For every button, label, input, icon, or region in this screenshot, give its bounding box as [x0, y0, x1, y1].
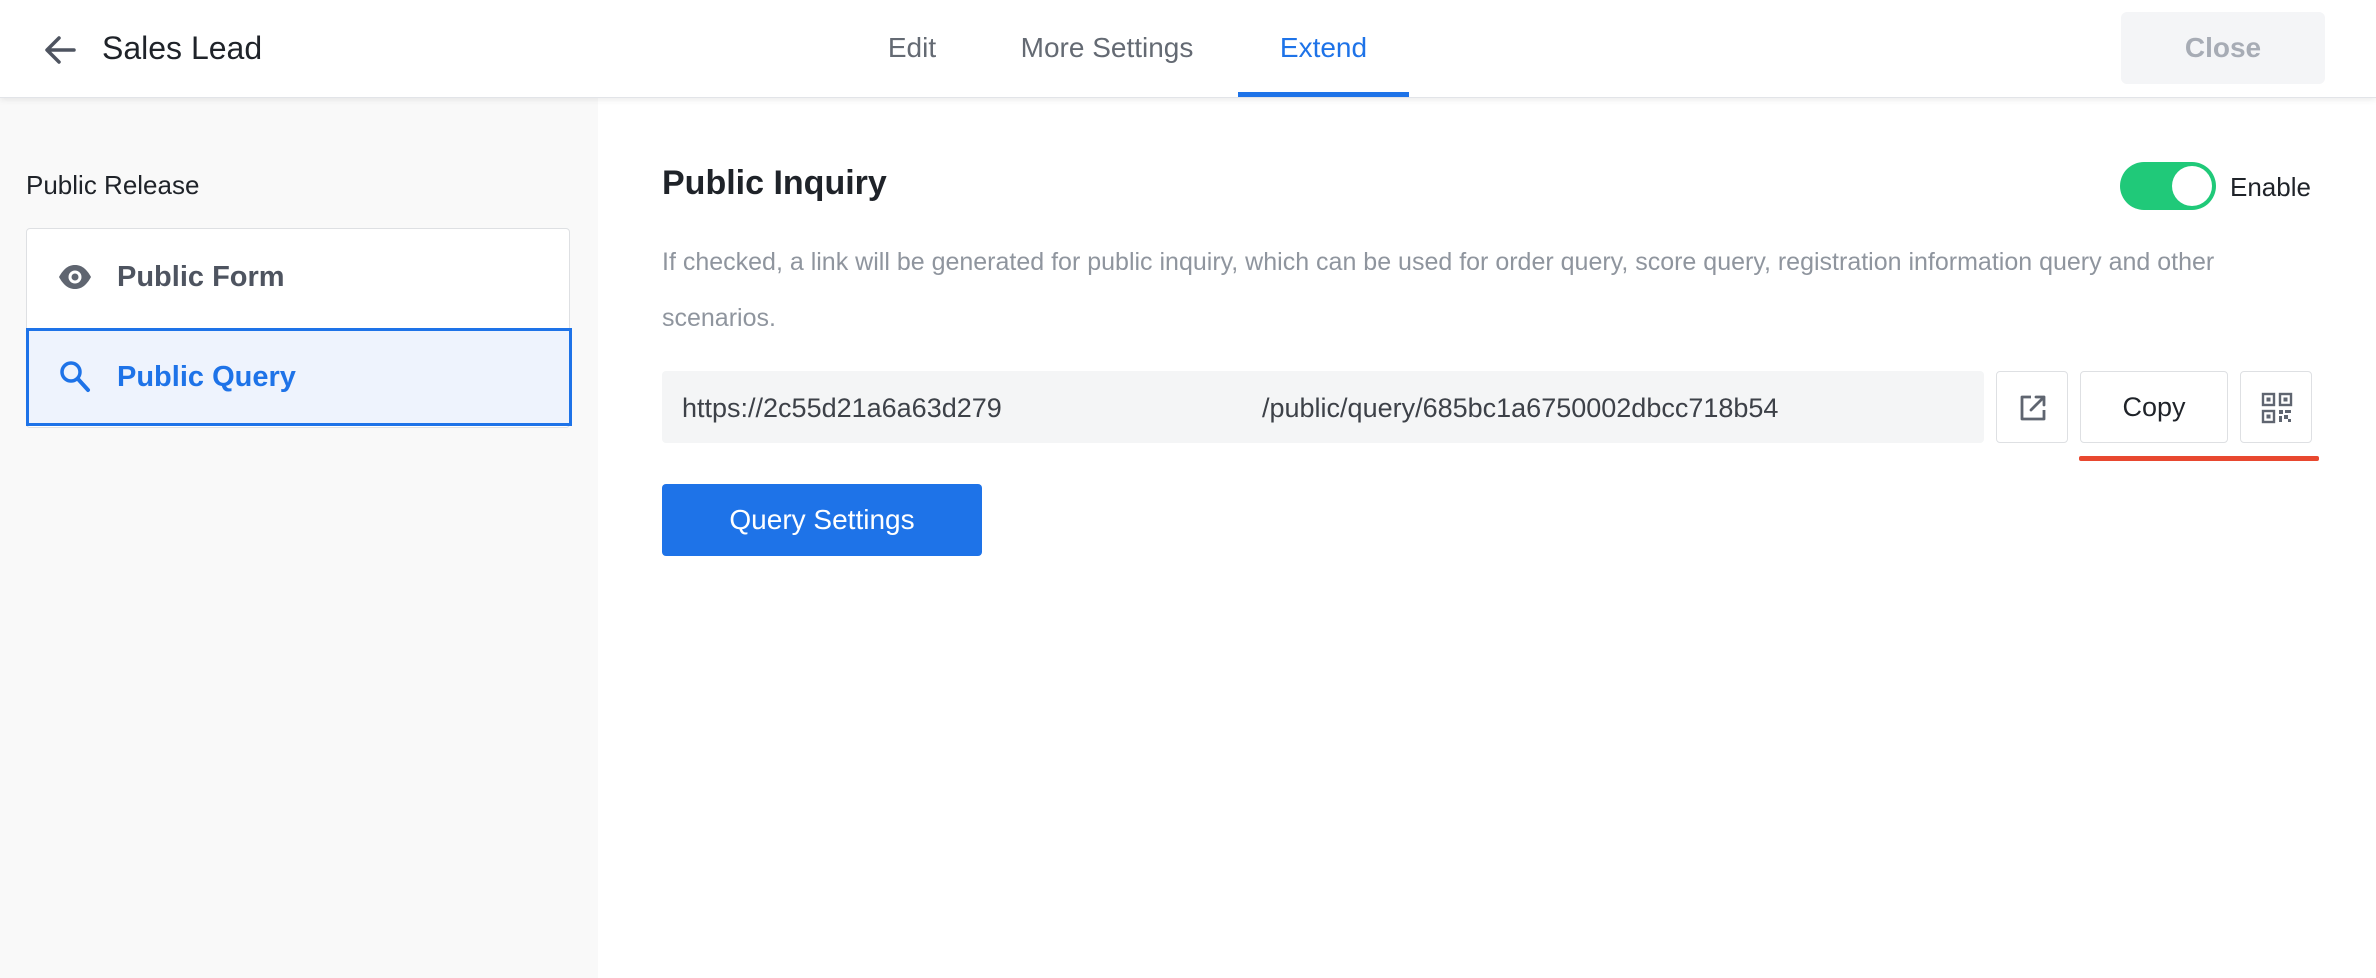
active-tab-indicator — [1238, 92, 1409, 97]
sidebar: Public Release Public Form Public Query — [0, 98, 598, 978]
qr-code-button[interactable] — [2240, 371, 2312, 443]
tab-more-settings[interactable]: More Settings — [1002, 0, 1212, 98]
toggle-knob — [2172, 166, 2212, 206]
sidebar-heading: Public Release — [26, 170, 200, 200]
tab-edit[interactable]: Edit — [862, 0, 962, 98]
sidebar-item-public-query[interactable]: Public Query — [26, 328, 572, 426]
back-button[interactable] — [38, 27, 84, 73]
copy-button[interactable]: Copy — [2080, 371, 2228, 443]
qr-code-icon — [2261, 392, 2293, 424]
description-text: If checked, a link will be generated for… — [662, 248, 2215, 332]
external-link-icon — [2020, 395, 2046, 421]
sidebar-item-public-form[interactable]: Public Form — [27, 229, 571, 327]
sidebar-item-label: Public Query — [117, 361, 296, 393]
toggle-label: Enable — [2230, 172, 2311, 202]
arrow-left-icon — [45, 36, 76, 64]
close-button[interactable]: Close — [2121, 12, 2325, 84]
open-link-button[interactable] — [1996, 371, 2068, 443]
url-path: /public/query/685bc1a6750002dbcc718b54 — [1262, 393, 1779, 423]
copy-highlight-underline — [2079, 456, 2319, 461]
sidebar-menu: Public Form Public Query — [26, 228, 572, 428]
page-title: Sales Lead — [102, 30, 263, 66]
url-host: https://2c55d21a6a63d279 — [682, 393, 1002, 423]
sidebar-item-label: Public Form — [117, 261, 285, 293]
tab-extend[interactable]: Extend — [1238, 0, 1409, 98]
public-url-field[interactable]: https://2c55d21a6a63d279 /public/query/6… — [662, 371, 1984, 443]
enable-toggle[interactable] — [2120, 162, 2216, 210]
search-icon — [60, 361, 90, 392]
section-title: Public Inquiry — [662, 164, 887, 202]
query-settings-button[interactable]: Query Settings — [662, 484, 982, 556]
main-panel: Public Inquiry Enable If checked, a link… — [598, 98, 2376, 978]
eye-icon — [59, 265, 91, 289]
top-header: Sales Lead Edit More Settings Extend Clo… — [0, 0, 2376, 98]
